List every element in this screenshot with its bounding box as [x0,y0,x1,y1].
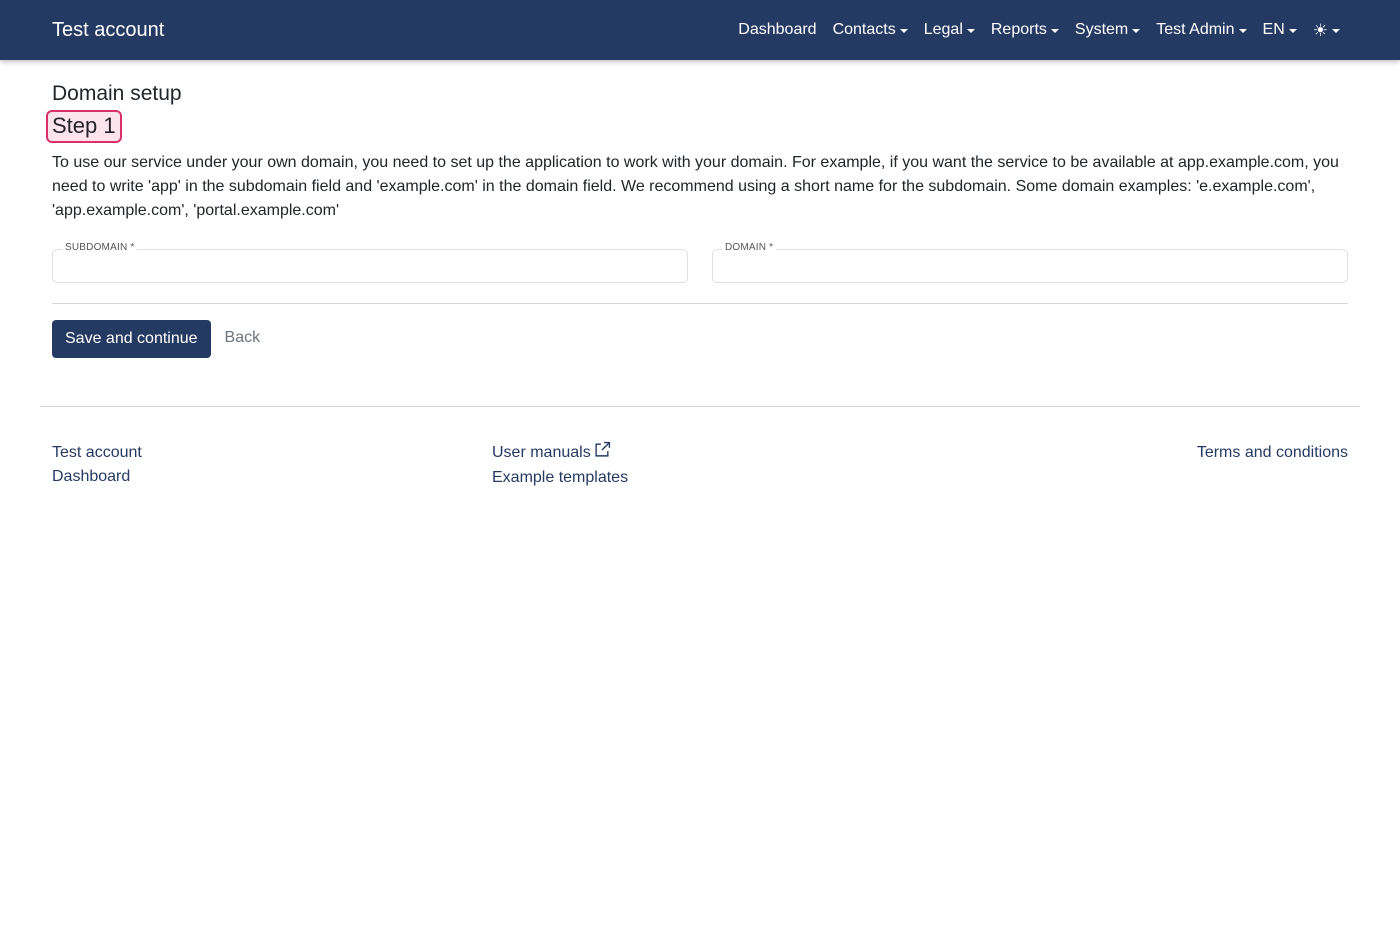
theme-toggle[interactable]: ☀ [1313,22,1340,39]
nav-item-language[interactable]: EN [1263,21,1297,39]
caret-down-icon [899,28,908,33]
domain-field-group: DOMAIN * [712,242,1348,283]
nav-item-label: System [1074,21,1129,38]
form-actions: Save and continue Back [52,320,1348,358]
footer-link-example-templates[interactable]: Example templates [492,466,1197,490]
step-heading: Step 1 [46,110,122,143]
nav-item-label: Test Admin [1156,21,1235,38]
sun-icon: ☀ [1312,20,1328,40]
caret-down-icon [1050,28,1059,33]
brand-link[interactable]: Test account [52,19,164,42]
nav-menu: Dashboard Contacts Legal Reports System … [738,0,1348,60]
save-and-continue-button[interactable]: Save and continue [52,320,211,358]
form-divider [52,303,1348,304]
footer-link-test-account[interactable]: Test account [52,441,492,465]
footer-column-middle: User manuals Example templates [492,441,1197,490]
main-content: Domain setup Step 1 To use our service u… [0,82,1400,358]
top-navbar: Test account Dashboard Contacts Legal Re… [0,0,1400,60]
nav-item-dashboard[interactable]: Dashboard [738,21,816,39]
footer-link-label: User manuals [492,444,591,461]
footer-link-user-manuals[interactable]: User manuals [492,441,611,461]
nav-item-label: Reports [990,21,1047,38]
external-link-icon [594,441,611,466]
subdomain-field-group: SUBDOMAIN * [52,242,688,283]
caret-down-icon [1288,28,1297,33]
nav-item-label: Contacts [832,21,896,38]
footer-column-right: Terms and conditions [1197,441,1348,490]
caret-down-icon [1332,28,1340,33]
nav-item-label: Dashboard [738,21,817,38]
nav-item-legal[interactable]: Legal [924,21,975,39]
page-title: Domain setup [52,82,182,105]
subdomain-input[interactable] [52,249,688,283]
nav-item-system[interactable]: System [1074,21,1141,39]
domain-input[interactable] [712,249,1348,283]
caret-down-icon [1132,28,1141,33]
nav-item-label: Legal [923,21,963,38]
setup-description: To use our service under your own domain… [52,154,1339,219]
domain-form: SUBDOMAIN * DOMAIN * [52,242,1348,283]
subdomain-label: SUBDOMAIN * [62,242,138,253]
footer-column-left: Test account Dashboard [52,441,492,490]
back-link[interactable]: Back [225,329,261,347]
nav-item-reports[interactable]: Reports [991,21,1059,39]
nav-item-user-menu[interactable]: Test Admin [1156,21,1247,39]
footer: Test account Dashboard User manuals Exam… [0,407,1400,490]
caret-down-icon [966,28,975,33]
nav-item-contacts[interactable]: Contacts [833,21,908,39]
footer-link-terms[interactable]: Terms and conditions [1197,441,1348,465]
caret-down-icon [1238,28,1247,33]
domain-label: DOMAIN * [722,242,777,253]
nav-item-label: EN [1262,21,1285,38]
footer-link-dashboard[interactable]: Dashboard [52,465,492,489]
